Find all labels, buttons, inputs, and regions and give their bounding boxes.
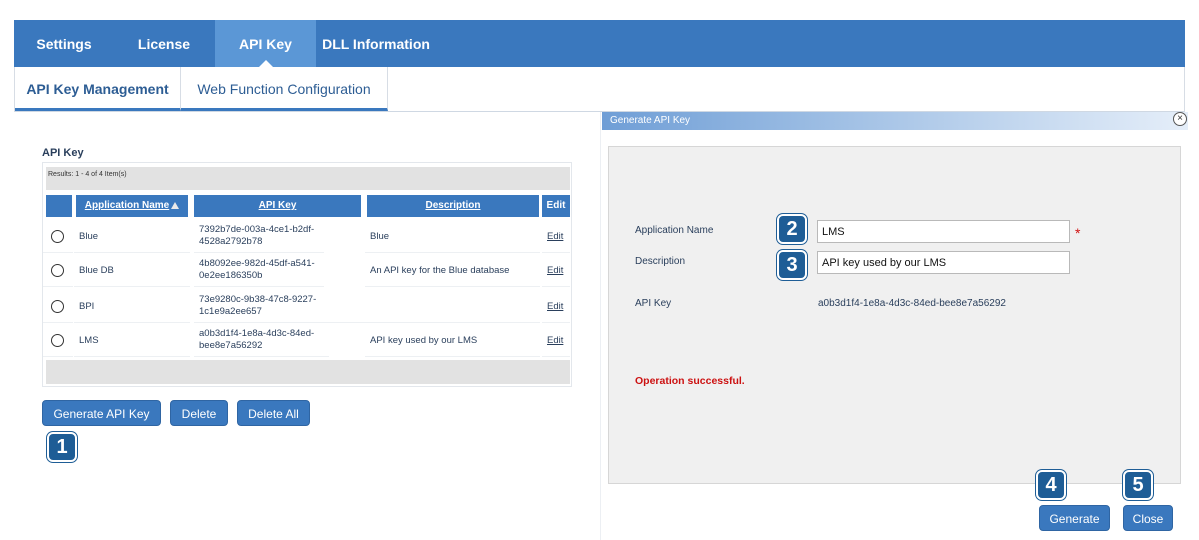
description-cell: Blue xyxy=(365,220,540,253)
column-header-api-key-label[interactable]: API Key xyxy=(259,200,297,211)
edit-cell: Edit xyxy=(542,324,570,357)
callout-badge-4: 4 xyxy=(1036,470,1066,500)
edit-link[interactable]: Edit xyxy=(547,335,563,346)
edit-link[interactable]: Edit xyxy=(547,265,563,276)
application-name-cell: BPI xyxy=(74,290,190,323)
table-row: BPI 73e9280c-9b38-47c8-9227-1c1e9a2ee657… xyxy=(43,290,573,324)
edit-link[interactable]: Edit xyxy=(547,301,563,312)
tab-dll-information[interactable]: DLL Information xyxy=(316,20,436,67)
api-key-label: API Key xyxy=(635,298,672,309)
api-key-cell: a0b3d1f4-1e8a-4d3c-84ed-bee8e7a56292 xyxy=(194,324,329,357)
application-name-cell: LMS xyxy=(74,324,190,357)
top-navigation: Settings License API Key DLL Information xyxy=(14,20,1185,67)
delete-all-button[interactable]: Delete All xyxy=(237,400,310,426)
callout-badge-5: 5 xyxy=(1123,470,1153,500)
column-header-description[interactable]: Description xyxy=(367,195,539,217)
column-header-application-name[interactable]: Application Name xyxy=(76,195,188,217)
description-cell: API key used by our LMS xyxy=(365,324,540,357)
tab-api-key-label: API Key xyxy=(239,36,292,52)
application-name-label: Application Name xyxy=(635,225,714,236)
column-header-edit-label: Edit xyxy=(546,200,566,211)
edit-cell: Edit xyxy=(542,220,570,253)
close-button[interactable]: Close xyxy=(1123,505,1173,531)
api-key-cell: 73e9280c-9b38-47c8-9227-1c1e9a2ee657 xyxy=(194,290,366,323)
row-select-radio[interactable] xyxy=(51,229,64,243)
row-select-cell xyxy=(43,324,73,357)
table-row: Blue DB 4b8092ee-982d-45df-a541-0e2ee186… xyxy=(43,254,573,288)
application-name-cell: Blue xyxy=(74,220,190,253)
application-name-cell: Blue DB xyxy=(74,254,190,287)
tab-api-key[interactable]: API Key xyxy=(215,20,316,67)
subtab-web-function-configuration[interactable]: Web Function Configuration xyxy=(180,67,388,111)
description-cell xyxy=(365,290,540,323)
table-row: Blue 7392b7de-003a-4ce1-b2df-4528a2792b7… xyxy=(43,220,573,254)
sub-navigation: API Key Management Web Function Configur… xyxy=(14,67,1185,112)
generate-button[interactable]: Generate xyxy=(1039,505,1110,531)
api-key-value: a0b3d1f4-1e8a-4d3c-84ed-bee8e7a56292 xyxy=(818,298,1006,309)
table-row: LMS a0b3d1f4-1e8a-4d3c-84ed-bee8e7a56292… xyxy=(43,324,573,358)
edit-link[interactable]: Edit xyxy=(547,231,563,242)
delete-button[interactable]: Delete xyxy=(170,400,228,426)
column-header-api-key[interactable]: API Key xyxy=(194,195,361,217)
description-field[interactable] xyxy=(817,251,1070,274)
callout-badge-2: 2 xyxy=(777,214,807,244)
results-count: Results: 1 - 4 of 4 Item(s) xyxy=(46,167,570,190)
callout-badge-3: 3 xyxy=(777,250,807,280)
close-icon[interactable]: × xyxy=(1173,112,1187,126)
grid-footer xyxy=(46,360,570,384)
edit-cell: Edit xyxy=(542,290,570,323)
column-header-description-label[interactable]: Description xyxy=(425,200,480,211)
subtab-api-key-management[interactable]: API Key Management xyxy=(15,67,180,111)
panel-divider xyxy=(600,112,601,540)
row-select-cell xyxy=(43,290,73,323)
row-select-cell xyxy=(43,254,73,287)
description-cell: An API key for the Blue database xyxy=(365,254,540,287)
api-key-section-title: API Key xyxy=(42,147,84,159)
column-header-select xyxy=(46,195,72,217)
required-indicator: * xyxy=(1075,225,1081,241)
description-label: Description xyxy=(635,256,686,267)
active-tab-caret-icon xyxy=(258,60,273,67)
column-header-application-name-label[interactable]: Application Name xyxy=(85,200,169,211)
api-key-cell: 4b8092ee-982d-45df-a541-0e2ee186350b xyxy=(194,254,324,287)
callout-badge-1: 1 xyxy=(47,432,77,462)
edit-cell: Edit xyxy=(542,254,570,287)
sort-ascending-icon[interactable] xyxy=(171,201,180,209)
tab-settings[interactable]: Settings xyxy=(14,20,114,67)
application-name-field[interactable] xyxy=(817,220,1070,243)
row-select-radio[interactable] xyxy=(51,263,64,277)
row-select-radio[interactable] xyxy=(51,333,64,347)
api-key-cell: 7392b7de-003a-4ce1-b2df-4528a2792b78 xyxy=(194,220,324,253)
api-key-grid: Results: 1 - 4 of 4 Item(s) Application … xyxy=(42,162,572,387)
dialog-title-bar: Generate API Key xyxy=(602,112,1188,130)
column-header-edit: Edit xyxy=(542,195,570,217)
row-select-radio[interactable] xyxy=(51,299,64,313)
status-message: Operation successful. xyxy=(635,375,745,387)
tab-license[interactable]: License xyxy=(114,20,214,67)
generate-api-key-button[interactable]: Generate API Key xyxy=(42,400,161,426)
row-select-cell xyxy=(43,220,73,253)
dialog-body xyxy=(608,146,1181,484)
